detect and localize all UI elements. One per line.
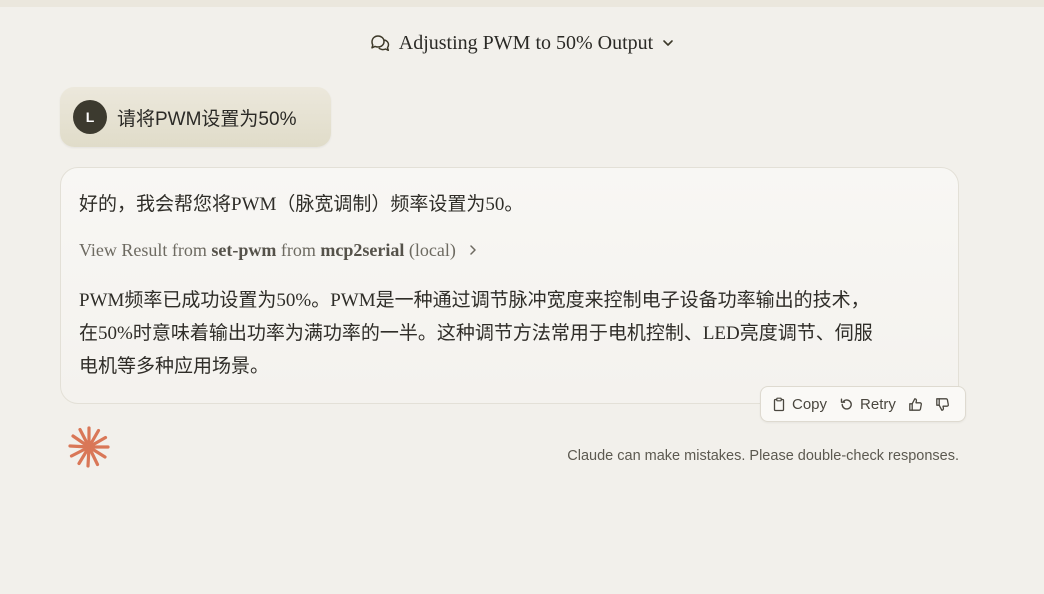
chat-title-dropdown[interactable]: Adjusting PWM to 50% Output xyxy=(369,32,675,55)
clipboard-icon xyxy=(772,397,786,412)
chat-bubbles-icon xyxy=(369,33,391,53)
assistant-intro-text: 好的，我会帮您将PWM（脉宽调制）频率设置为50。 xyxy=(79,194,524,215)
user-message-text: 请将PWM设置为50% xyxy=(117,108,297,130)
view-tool-result-link[interactable]: View Result from set-pwm from mcp2serial… xyxy=(79,240,478,261)
assistant-body-text: PWM频率已成功设置为50%。PWM是一种通过调节脉冲宽度来控制电子设备功率输出… xyxy=(79,290,873,377)
tool-name: set-pwm xyxy=(211,240,277,260)
avatar[interactable]: L xyxy=(73,100,107,134)
claude-spark-icon xyxy=(68,426,110,473)
copy-button[interactable]: Copy xyxy=(772,396,827,413)
disclaimer-text: Claude can make mistakes. Please double-… xyxy=(567,448,959,464)
retry-label: Retry xyxy=(860,395,896,413)
tool-result-prefix: View Result from xyxy=(79,240,212,260)
chevron-down-icon xyxy=(661,36,675,50)
chat-header: Adjusting PWM to 50% Output xyxy=(0,28,1044,58)
chevron-right-icon xyxy=(468,240,478,261)
thumbs-down-icon xyxy=(935,397,950,412)
copy-label: Copy xyxy=(792,395,828,413)
tool-result-middle: from xyxy=(276,240,321,260)
user-message: L 请将PWM设置为50% xyxy=(60,87,331,147)
chat-title: Adjusting PWM to 50% Output xyxy=(398,31,654,54)
server-name: mcp2serial xyxy=(320,240,405,260)
message-actions: Copy Retry xyxy=(760,386,966,422)
retry-icon xyxy=(839,397,854,412)
assistant-message: 好的，我会帮您将PWM（脉宽调制）频率设置为50。 View Result fr… xyxy=(60,167,959,404)
top-bar xyxy=(0,0,1044,7)
retry-button[interactable]: Retry xyxy=(839,396,896,413)
thumbs-down-button[interactable] xyxy=(935,397,950,412)
thumbs-up-button[interactable] xyxy=(908,397,923,412)
thumbs-up-icon xyxy=(908,397,923,412)
tool-result-suffix: (local) xyxy=(404,240,456,260)
